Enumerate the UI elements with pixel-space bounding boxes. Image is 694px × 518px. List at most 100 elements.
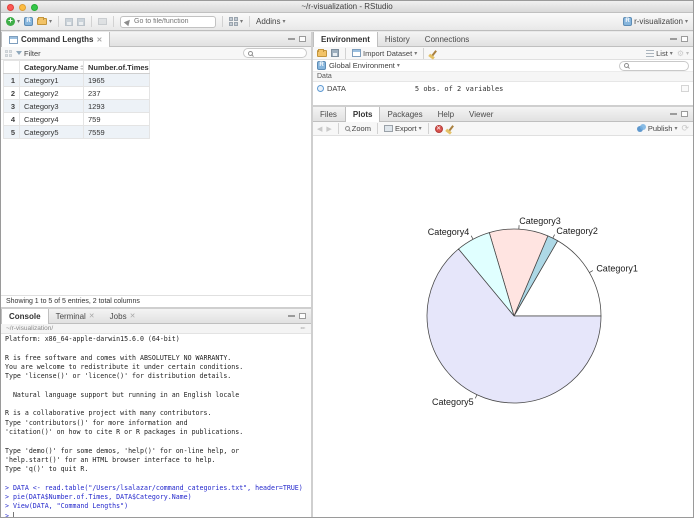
tab-history[interactable]: History <box>378 32 418 46</box>
remove-plot-icon[interactable]: ✕ <box>434 124 443 133</box>
environment-search-box[interactable] <box>619 60 689 71</box>
column-header-category-name[interactable]: Category.Name <box>19 60 84 74</box>
table-row[interactable]: 5 Category5 7559 <box>3 125 150 139</box>
toolbar-separator <box>91 16 93 27</box>
environment-object-row[interactable]: DATA 5 obs. of 2 variables <box>313 82 693 95</box>
save-button[interactable] <box>65 17 74 26</box>
section-label: Data <box>317 73 332 80</box>
environment-scope-row: R Global Environment ▾ <box>313 60 693 72</box>
publish-label: Publish <box>647 124 673 133</box>
tab-viewer[interactable]: Viewer <box>462 107 501 121</box>
maximize-pane-icon[interactable] <box>681 111 688 117</box>
tab-connections[interactable]: Connections <box>418 32 477 46</box>
maximize-pane-icon[interactable] <box>681 36 688 42</box>
print-icon <box>98 18 108 25</box>
addins-button[interactable]: Addins ▾ <box>256 17 285 26</box>
pane-layout-icon <box>229 17 239 26</box>
tab-jobs[interactable]: Jobs ✕ <box>103 309 144 323</box>
environment-scope-button[interactable]: Global Environment ▾ <box>329 61 400 70</box>
console-command-line: > View(DATA, "Command Lengths") <box>5 502 129 511</box>
viewer-search-box[interactable] <box>243 48 307 58</box>
minimize-pane-icon[interactable] <box>670 113 677 115</box>
filter-button[interactable]: Filter <box>16 49 41 58</box>
new-project-button[interactable]: R <box>24 17 34 26</box>
right-column: Environment History Connections Import D… <box>313 32 693 517</box>
tab-environment[interactable]: Environment <box>313 32 378 47</box>
export-icon <box>383 125 393 132</box>
pie-label: Category5 <box>432 397 474 407</box>
close-icon[interactable]: ✕ <box>96 36 102 44</box>
clear-all-plots-icon[interactable] <box>447 125 454 132</box>
refresh-plot-icon[interactable]: ⟳ <box>681 123 689 134</box>
goto-file-function-box[interactable] <box>120 15 217 28</box>
table-row[interactable]: 1 Category1 1965 <box>3 73 150 87</box>
viewer-status: Showing 1 to 5 of 5 entries, 2 total col… <box>1 295 311 307</box>
save-workspace-button[interactable] <box>331 49 339 57</box>
maximize-pane-icon[interactable] <box>299 36 306 42</box>
window-title: ~/r-visualization - RStudio <box>301 2 393 11</box>
pie-label: Category1 <box>596 264 638 274</box>
working-directory[interactable]: ~/r-visualization/ <box>6 325 53 332</box>
minimize-window-button[interactable] <box>19 4 26 11</box>
toolbar-separator <box>423 47 425 59</box>
pane-layout-button[interactable]: ▾ <box>229 17 243 26</box>
tab-console[interactable]: Console <box>1 309 49 324</box>
console-output-line: Platform: x86_64-apple-darwin15.6.0 (64-… <box>5 335 180 343</box>
tab-command-lengths[interactable]: Command Lengths ✕ <box>1 32 111 47</box>
close-window-button[interactable] <box>7 4 14 11</box>
minimize-pane-icon[interactable] <box>670 38 677 40</box>
next-plot-icon[interactable]: ▶ <box>326 125 331 133</box>
refresh-menu-button[interactable]: ⚙ ▾ <box>677 49 689 58</box>
new-file-button[interactable]: + ▾ <box>6 17 20 26</box>
view-object-button[interactable] <box>681 85 689 92</box>
traffic-lights <box>7 4 38 11</box>
save-all-button[interactable] <box>77 17 86 26</box>
console-output[interactable]: Platform: x86_64-apple-darwin15.6.0 (64-… <box>1 334 311 517</box>
table-row[interactable]: 4 Category4 759 <box>3 112 150 126</box>
publish-button[interactable]: Publish ▾ <box>636 124 677 133</box>
console-output-line: Type 'contributors()' for more informati… <box>5 418 188 427</box>
print-button[interactable] <box>98 18 108 25</box>
list-view-button[interactable]: List ▾ <box>646 49 673 58</box>
tab-plots[interactable]: Plots <box>344 107 381 122</box>
pie-label-tick <box>552 234 555 239</box>
open-file-button[interactable]: ▾ <box>37 17 53 25</box>
workspace: Command Lengths ✕ Filter Category.Name N… <box>1 32 693 517</box>
pie-label-tick <box>470 235 474 240</box>
chevron-down-icon: ▾ <box>49 19 53 25</box>
table-row[interactable]: 2 Category2 237 <box>3 86 150 100</box>
object-summary: 5 obs. of 2 variables <box>414 84 504 93</box>
plot-area: Category1 Category2 Category3 Category4 Cate… <box>313 136 693 517</box>
pie-label-tick <box>589 270 594 273</box>
close-icon[interactable]: ✕ <box>130 312 136 320</box>
zoom-window-button[interactable] <box>31 4 38 11</box>
pie-chart: Category1 Category2Category3 Category4 Cate… <box>426 216 638 407</box>
open-folder-icon <box>37 17 48 25</box>
load-workspace-button[interactable] <box>317 48 327 57</box>
console-output-line: 'citation()' on how to cite R or R packa… <box>5 427 244 436</box>
project-menu-button[interactable]: Rr-visualization ▾ <box>623 17 688 26</box>
clear-workspace-icon[interactable] <box>431 49 438 57</box>
previous-plot-icon[interactable]: ◀ <box>317 125 322 133</box>
zoom-plot-button[interactable]: Zoom <box>344 124 371 133</box>
import-dataset-button[interactable]: Import Dataset ▾ <box>352 49 417 58</box>
close-icon[interactable]: ✕ <box>89 312 95 320</box>
export-plot-button[interactable]: Export ▾ <box>383 124 422 133</box>
chevron-down-icon: ▾ <box>685 50 689 57</box>
tab-packages[interactable]: Packages <box>380 107 430 121</box>
console-command-line: > DATA <- read.table("/Users/lsalazar/co… <box>5 483 303 492</box>
popout-button[interactable] <box>5 49 12 57</box>
column-header-number-of-times[interactable]: Number.of.Times <box>83 60 150 74</box>
tab-files[interactable]: Files <box>313 107 345 121</box>
viewer-toolbar: Filter <box>1 47 311 60</box>
project-icon: R <box>623 17 633 26</box>
minimize-pane-icon[interactable] <box>288 38 295 40</box>
tab-terminal[interactable]: Terminal ✕ <box>49 309 103 323</box>
table-row[interactable]: 3 Category3 1293 <box>3 99 150 113</box>
goto-file-function-input[interactable] <box>134 18 212 25</box>
environment-toolbar: Import Dataset ▾ List ▾ ⚙ ▾ <box>313 47 693 60</box>
console-command-line: > <box>5 511 15 517</box>
tab-help[interactable]: Help <box>431 107 462 121</box>
minimize-pane-icon[interactable] <box>288 315 295 317</box>
maximize-pane-icon[interactable] <box>299 313 306 319</box>
